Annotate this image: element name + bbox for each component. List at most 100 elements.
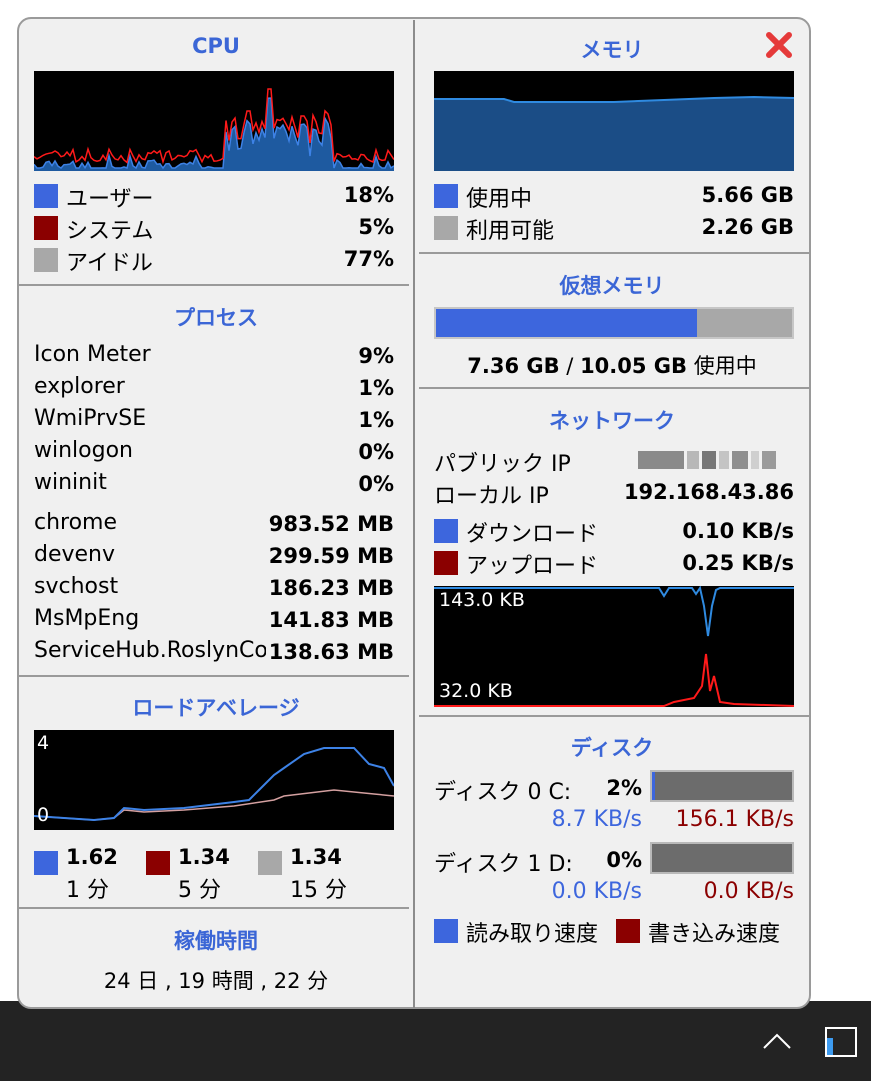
upload-value: 0.25 KB/s (682, 551, 794, 575)
divider (19, 907, 409, 909)
disk-0-usage-bar (650, 770, 794, 802)
process-name: WmiPrvSE (34, 406, 147, 431)
process-value: 9% (358, 344, 394, 368)
process-name: explorer (34, 374, 125, 399)
disk-1-percent: 0% (606, 848, 642, 872)
cpu-idle-label: アイドル (66, 251, 153, 276)
disk-0-percent: 2% (606, 776, 642, 800)
icon-meter-tray-icon[interactable] (824, 1024, 858, 1058)
process-value: 299.59 MB (268, 544, 394, 568)
load-5min-label: 5 分 (178, 878, 221, 903)
memory-used-swatch (434, 184, 458, 208)
divider (19, 284, 409, 286)
memory-available-label: 利用可能 (466, 219, 555, 244)
process-value: 983.52 MB (268, 512, 394, 536)
load-5min-swatch (146, 851, 170, 875)
process-value: 1% (358, 408, 394, 432)
disk-read-legend: 読み取り速度 (466, 922, 599, 947)
network-graph-top-label: 143.0 KB (439, 589, 525, 611)
disk-1-usage-bar (650, 842, 794, 874)
memory-available-swatch (434, 216, 458, 240)
memory-title: メモリ (580, 38, 644, 62)
memory-used-area (434, 97, 794, 171)
process-value: 0% (358, 472, 394, 496)
download-label: ダウンロード (466, 522, 599, 547)
virtual-memory-suffix: 使用中 (687, 354, 757, 378)
network-title: ネットワーク (549, 409, 675, 433)
process-name: winlogon (34, 438, 133, 463)
process-name: MsMpEng (34, 606, 140, 631)
cpu-system-value: 5% (358, 215, 394, 239)
virtual-memory-bar-fill (436, 309, 697, 337)
virtual-memory-total: 10.05 GB (580, 354, 688, 378)
cpu-title: CPU (192, 34, 240, 58)
download-swatch (434, 519, 458, 543)
network-graph: 143.0 KB 32.0 KB (434, 586, 794, 707)
upload-swatch (434, 551, 458, 575)
uptime-title: 稼働時間 (174, 929, 258, 953)
disk-1-write: 0.0 KB/s (703, 879, 794, 904)
public-ip-redacted (638, 451, 798, 471)
disk-write-swatch (616, 919, 640, 943)
load-1min-label: 1 分 (66, 878, 109, 903)
process-value: 0% (358, 440, 394, 464)
cpu-system-line (34, 88, 394, 165)
load-average-graph: 4 0 (34, 730, 394, 830)
disk-1-read: 0.0 KB/s (551, 879, 642, 904)
disk-write-legend: 書き込み速度 (648, 922, 781, 947)
cpu-idle-swatch (34, 248, 58, 272)
close-icon[interactable] (764, 30, 794, 60)
disk-0-label: ディスク 0 C: (434, 780, 572, 805)
cpu-graph-plot (34, 88, 394, 171)
divider (419, 715, 809, 717)
divider (19, 675, 409, 677)
disk-0-write: 156.1 KB/s (675, 807, 794, 832)
divider (419, 252, 809, 254)
load-graph-max-label: 4 (37, 732, 50, 754)
virtual-memory-title: 仮想メモリ (559, 274, 665, 298)
disk-0-usage-fill (652, 772, 655, 800)
taskbar (0, 1001, 871, 1081)
disk-title: ディスク (570, 736, 654, 760)
disk-read-swatch (434, 919, 458, 943)
memory-graph-plot (434, 95, 794, 171)
process-value: 141.83 MB (268, 608, 394, 632)
process-value: 186.23 MB (268, 576, 394, 600)
process-value: 138.63 MB (268, 640, 394, 664)
process-name: svchost (34, 574, 119, 599)
network-graph-bottom-label: 32.0 KB (439, 680, 513, 702)
memory-available-value: 2.26 GB (701, 215, 794, 239)
disk-1-label: ディスク 1 D: (434, 852, 573, 877)
processes-title: プロセス (174, 306, 258, 330)
memory-graph (434, 71, 794, 171)
divider (419, 387, 809, 389)
virtual-memory-separator: / (559, 354, 581, 378)
load-1min-swatch (34, 851, 58, 875)
chevron-up-icon[interactable] (760, 1026, 794, 1056)
local-ip-value: 192.168.43.86 (623, 480, 794, 504)
process-name: Icon Meter (34, 342, 151, 367)
cpu-user-line (34, 97, 394, 170)
load-average-title: ロードアベレージ (132, 696, 300, 720)
cpu-idle-value: 77% (343, 247, 394, 271)
virtual-memory-used: 7.36 GB (467, 354, 560, 378)
process-value: 1% (358, 376, 394, 400)
load-15min-label: 15 分 (290, 878, 347, 903)
load-1min-value: 1.62 (66, 845, 118, 869)
process-name: devenv (34, 542, 116, 567)
process-name: ServiceHub.RoslynCoc (34, 638, 266, 663)
load-15min-swatch (258, 851, 282, 875)
cpu-system-label: システム (66, 219, 154, 244)
memory-used-value: 5.66 GB (701, 183, 794, 207)
load-5min-value: 1.34 (178, 845, 230, 869)
column-divider (413, 20, 415, 1008)
cpu-user-label: ユーザー (66, 187, 154, 212)
process-name: wininit (34, 470, 107, 495)
load-1min-line (34, 747, 394, 822)
load-average-plot (34, 747, 394, 822)
cpu-user-swatch (34, 184, 58, 208)
load-15min-value: 1.34 (290, 845, 342, 869)
upload-label: アップロード (466, 554, 599, 579)
memory-used-label: 使用中 (466, 187, 533, 212)
download-value: 0.10 KB/s (682, 519, 794, 543)
